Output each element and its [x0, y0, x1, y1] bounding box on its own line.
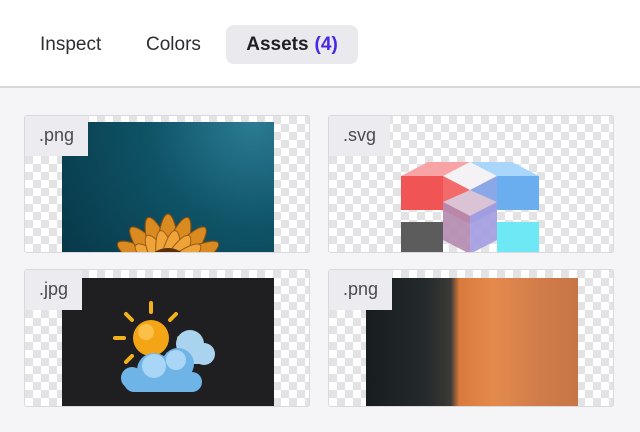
tab-assets[interactable]: Assets (4)	[226, 25, 358, 64]
assets-count-badge: (4)	[314, 34, 338, 55]
asset-card[interactable]: .jpg	[24, 269, 310, 407]
tab-assets-label: Assets	[246, 34, 309, 55]
tab-inspect[interactable]: Inspect	[40, 25, 101, 64]
tab-bar: Inspect Colors Assets (4)	[0, 0, 640, 88]
asset-card[interactable]: .png	[24, 115, 310, 253]
cubes-image	[401, 146, 539, 252]
asset-card[interactable]: .svg	[328, 115, 614, 253]
asset-type-badge: .png	[329, 270, 393, 310]
tab-colors[interactable]: Colors	[146, 25, 201, 64]
blurry-orange-image	[366, 278, 578, 406]
weather-icon	[62, 278, 274, 406]
asset-type-badge: .jpg	[25, 270, 83, 310]
asset-card[interactable]: .png	[328, 269, 614, 407]
asset-type-badge: .svg	[329, 116, 391, 156]
flower-image	[62, 122, 274, 252]
asset-type-badge: .png	[25, 116, 89, 156]
